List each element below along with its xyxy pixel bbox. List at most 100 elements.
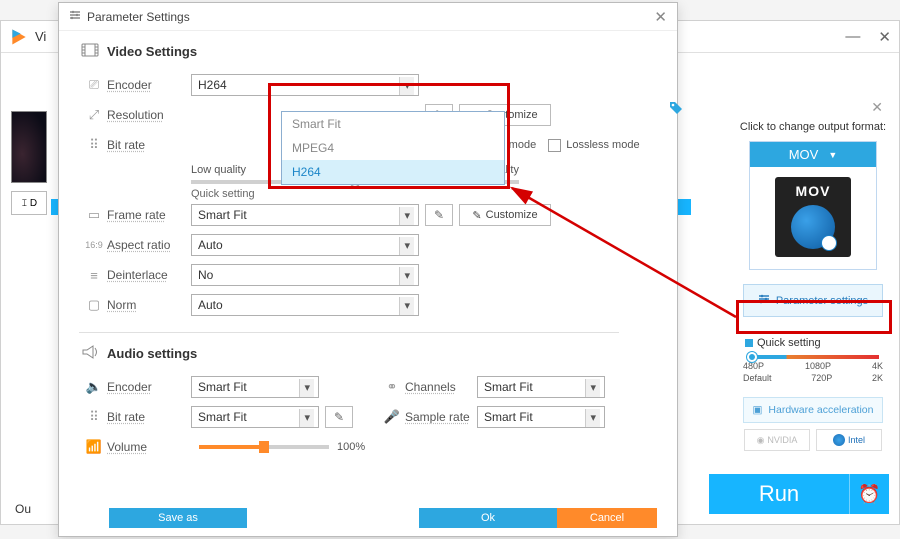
saveas-button[interactable]: Save as [109, 508, 247, 528]
run-button[interactable]: Run [709, 474, 849, 514]
minimize-button[interactable]: — [845, 28, 860, 46]
bitrate-icon: ⠿ [81, 137, 107, 153]
encoder-combo[interactable]: H264 [191, 74, 419, 96]
sliders-icon [69, 9, 81, 24]
video-thumbnail[interactable] [11, 111, 47, 183]
hardware-acceleration-button[interactable]: ▣ Hardware acceleration [743, 397, 883, 423]
volume-slider[interactable] [199, 445, 329, 449]
volume-percent: 100% [337, 441, 365, 453]
channels-label: Channels [405, 380, 477, 394]
speaker-icon: 🔈 [81, 379, 107, 395]
framerate-row: ▭ Frame rate Smart Fit ✎ ✎Customize [81, 200, 655, 230]
run-bar: Run ⏰ [709, 474, 889, 514]
close-button[interactable]: ✕ [878, 28, 891, 46]
framerate-customize-button[interactable]: ✎Customize [459, 204, 551, 226]
audio-bitrate-row: ⠿ Bit rate Smart Fit ✎ 🎤 Sample rate Sma… [81, 402, 655, 432]
window-controls: — ✕ [845, 28, 891, 46]
cancel-button[interactable]: Cancel [557, 508, 657, 528]
aspect-row: 16:9 Aspect ratio Auto [81, 230, 655, 260]
volume-icon: 📶 [81, 439, 107, 455]
nvidia-eye-icon: ◉ [757, 435, 765, 446]
encoder-label: Encoder [107, 78, 191, 92]
framerate-edit-button[interactable]: ✎ [425, 204, 453, 226]
tag-icon[interactable] [668, 100, 684, 121]
scale-top-labels: 480P 1080P 4K [743, 361, 883, 371]
right-pane-close-icon[interactable]: ✕ [871, 99, 883, 116]
deinterlace-icon: ≡ [81, 268, 107, 283]
framerate-icon: ▭ [81, 207, 107, 223]
encoder-option-mpeg4[interactable]: MPEG4 [282, 136, 504, 160]
schedule-button[interactable]: ⏰ [849, 474, 889, 514]
mov-icon [775, 177, 851, 257]
aspect-combo[interactable]: Auto [191, 234, 419, 256]
aspect-label: Aspect ratio [107, 238, 191, 252]
deinterlace-row: ≡ Deinterlace No [81, 260, 655, 290]
left-toolbar: 𝙸 D [11, 111, 47, 215]
nvidia-chip[interactable]: ◉NVIDIA [744, 429, 810, 451]
channels-icon: ⚭ [379, 379, 405, 395]
norm-icon: ▢ [81, 297, 107, 313]
change-format-label: Click to change output format: [737, 121, 889, 133]
audio-bitrate-label: Bit rate [107, 410, 191, 424]
type-text-button[interactable]: 𝙸 D [11, 191, 47, 215]
format-dropdown-head[interactable]: MOV ▼ [750, 142, 876, 167]
dialog-footer: Save as Ok Cancel [109, 508, 657, 528]
parameter-settings-button[interactable]: Parameter settings [743, 284, 883, 317]
intel-logo-icon [833, 434, 845, 446]
norm-row: ▢ Norm Auto [81, 290, 655, 320]
samplerate-icon: 🎤 [379, 409, 405, 425]
samplerate-combo[interactable]: Smart Fit [477, 406, 605, 428]
quicktime-logo-icon [791, 205, 835, 249]
channels-combo[interactable]: Smart Fit [477, 376, 605, 398]
video-section-title: Video Settings [81, 43, 655, 60]
quick-setting-title: Quick setting [745, 337, 889, 349]
volume-slider-knob[interactable] [259, 441, 269, 453]
film-icon [81, 43, 99, 60]
text-cursor-icon: 𝙸 [21, 198, 28, 209]
encoder-icon: ⎚ [81, 77, 107, 93]
samplerate-label: Sample rate [405, 410, 477, 424]
alarm-clock-icon: ⏰ [858, 484, 880, 505]
app-logo-icon [9, 27, 29, 47]
pencil-icon: ✎ [434, 208, 444, 222]
encoder-row: ⎚ Encoder H264 [81, 70, 655, 100]
intel-chip[interactable]: Intel [816, 429, 882, 451]
bitrate-label: Bit rate [107, 138, 191, 152]
audio-section: Audio settings 🔈 Encoder Smart Fit ⚭ Cha… [59, 333, 677, 466]
resolution-label: Resolution [107, 108, 191, 122]
quick-setting-label: Quick setting [191, 188, 655, 200]
parameter-settings-dialog: Parameter Settings ✕ Video Settings ⎚ En… [58, 2, 678, 537]
quality-scale[interactable] [747, 355, 879, 359]
resolution-icon: ⤢ [81, 107, 107, 123]
audio-encoder-combo[interactable]: Smart Fit [191, 376, 319, 398]
scale-bottom-labels: Default 720P 2K [743, 373, 883, 383]
volume-label: Volume [107, 440, 191, 454]
audio-bitrate-combo[interactable]: Smart Fit [191, 406, 319, 428]
gpu-logos: ◉NVIDIA Intel [737, 429, 889, 451]
deinterlace-label: Deinterlace [107, 268, 191, 282]
volume-row: 📶 Volume 100% [81, 432, 655, 462]
dialog-close-button[interactable]: ✕ [654, 8, 667, 26]
audio-encoder-row: 🔈 Encoder Smart Fit ⚭ Channels Smart Fit [81, 372, 655, 402]
audio-section-title: Audio settings [81, 345, 655, 362]
lossless-checkbox[interactable]: Lossless mode [548, 139, 639, 152]
checkbox-icon [548, 139, 561, 152]
deinterlace-combo[interactable]: No [191, 264, 419, 286]
quality-scale-knob[interactable] [747, 352, 757, 362]
main-window-title: Vi [35, 29, 46, 44]
audio-encoder-label: Encoder [107, 380, 191, 394]
encoder-option-smartfit[interactable]: Smart Fit [282, 112, 504, 136]
audio-bitrate-edit-button[interactable]: ✎ [325, 406, 353, 428]
chip-icon: ▣ [753, 404, 763, 416]
framerate-combo[interactable]: Smart Fit [191, 204, 419, 226]
dialog-title: Parameter Settings [87, 10, 190, 24]
low-quality-label: Low quality [191, 164, 246, 176]
output-format-box[interactable]: MOV ▼ [749, 141, 877, 270]
ok-button[interactable]: Ok [419, 508, 557, 528]
out-label: Ou [15, 502, 31, 516]
encoder-option-h264[interactable]: H264 [282, 160, 504, 184]
sliders-icon [758, 293, 770, 308]
encoder-dropdown-list[interactable]: Smart Fit MPEG4 H264 [281, 111, 505, 185]
norm-combo[interactable]: Auto [191, 294, 419, 316]
format-name: MOV [789, 147, 819, 162]
